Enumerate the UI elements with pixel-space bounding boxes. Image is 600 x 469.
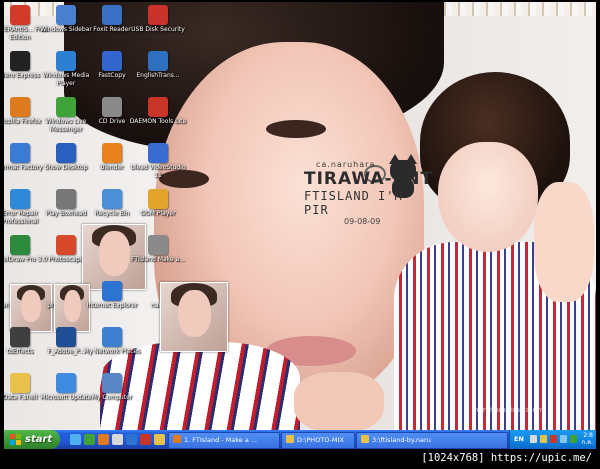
quicklaunch-folder-icon[interactable] (154, 434, 165, 445)
folder-task-icon (286, 435, 294, 443)
network-places-icon (102, 327, 122, 347)
desktop-icon-videostudio[interactable]: Ulead VideoStudio 11 (128, 143, 188, 179)
language-indicator[interactable]: EN (514, 435, 524, 443)
tray-network-icon[interactable] (570, 435, 577, 443)
superantispyware-icon (10, 5, 30, 25)
quicklaunch-explorer-icon[interactable] (126, 434, 137, 445)
quicklaunch-media-icon[interactable] (112, 434, 123, 445)
watermark-text: naruhara.tirawa-ent (474, 406, 545, 414)
desktop-icon-label: FTIsland Make a... (131, 256, 185, 263)
windows-flag-icon (10, 434, 21, 445)
usb-security-icon (148, 5, 168, 25)
logo-small-text: ca.naruhara (316, 160, 376, 169)
logo-main-text: TIRAWA-ENT (304, 169, 434, 189)
sidebar-icon (56, 5, 76, 25)
quicklaunch-firefox-icon[interactable] (98, 434, 109, 445)
cd-drive-icon (102, 97, 122, 117)
videostudio-icon (148, 143, 168, 163)
ms-update-icon (56, 373, 76, 393)
taskbar: start 1. FTIsland - Make a ... D:\PHOTO-… (4, 430, 596, 449)
image-caption: [1024x768] https://upic.me/ (0, 449, 600, 469)
logo-sub-text: FTISLAND I'M PIR (304, 189, 403, 217)
desktop-icon-label: GOM Player (140, 210, 176, 217)
quicklaunch-desktop-icon[interactable] (84, 434, 95, 445)
photoscape-icon (56, 235, 76, 255)
start-label: start (25, 434, 53, 445)
folder-task-icon-2 (361, 435, 369, 443)
recycle-bin-icon (102, 189, 122, 209)
error-repair-icon (10, 189, 30, 209)
clock-day: ก.ค. (581, 439, 593, 446)
desktop-icon-naru-thumb[interactable]: naru (128, 281, 228, 352)
coreldraw-icon (10, 235, 30, 255)
desktop-icon-translator[interactable]: EnglishTrans... (128, 51, 188, 80)
clock[interactable]: 2:8 ก.ค. (582, 432, 593, 446)
task-label: 3:\ftisland-by.naru (372, 436, 431, 444)
desktop-icon-ftisland-make[interactable]: FTIsland Make a... (128, 235, 188, 264)
foxit-icon (102, 5, 122, 25)
tray-shield-icon[interactable] (540, 435, 547, 443)
caption-text: [1024x768] https://upic.me/ (421, 452, 592, 464)
desktop-icon-label: DAEMON Tools Lite (129, 118, 187, 125)
boxhead-icon (56, 189, 76, 209)
wallpaper-logo: ca.naruhara TIRAWA-ENT FTISLAND I'M PIR … (304, 160, 434, 226)
media-player-icon (56, 51, 76, 71)
desktop-icon-gom-player[interactable]: GOM Player (128, 189, 188, 218)
show-desktop-icon (56, 143, 76, 163)
translator-icon (148, 51, 168, 71)
tray-volume-icon[interactable] (560, 435, 567, 443)
quicklaunch-tool-icon[interactable] (140, 434, 151, 445)
fastcopy-icon (102, 51, 122, 71)
desktop-icon-usb-security[interactable]: USB Disk Security (128, 5, 188, 34)
desktop-icon-label: My Network Places (83, 348, 141, 355)
task-label: 1. FTIsland - Make a ... (184, 436, 258, 444)
screen: ca.naruhara TIRAWA-ENT FTISLAND I'M PIR … (0, 0, 600, 469)
logo-date-text: 09-08-09 (344, 217, 381, 226)
desktop-icon-my-computer[interactable]: My Computer (82, 373, 142, 402)
wallpaper-eye-right (266, 120, 326, 138)
quicklaunch-ie-icon[interactable] (70, 434, 81, 445)
task-button-firefox[interactable]: 1. FTIsland - Make a ... (168, 432, 280, 449)
internet-explorer-icon (102, 281, 122, 301)
adobe-photoshop-icon (56, 327, 76, 347)
desktop-icon-label: USB Disk Security (131, 26, 185, 33)
wallpaper-person-2 (394, 72, 596, 430)
task-label: D:\PHOTO-MIX (297, 436, 344, 444)
messenger-icon (56, 97, 76, 117)
desktop-icon-network-places[interactable]: My Network Places (82, 327, 142, 356)
gom-player-icon (148, 189, 168, 209)
nero-icon (10, 51, 30, 71)
clock-time: 2:8 (583, 432, 593, 439)
task-button-ftisland-folder[interactable]: 3:\ftisland-by.naru (356, 432, 508, 449)
firefox-task-icon (173, 435, 181, 443)
tray-security-icon[interactable] (550, 435, 557, 443)
task-button-photo-mix[interactable]: D:\PHOTO-MIX (281, 432, 355, 449)
desktop-icon-label: My Computer (91, 394, 133, 401)
firefox-icon (10, 97, 30, 117)
tdeffects-icon (10, 327, 30, 347)
desktop-icon-label: EnglishTrans... (136, 72, 180, 79)
desktop-icon-label: Ulead VideoStudio 11 (130, 164, 186, 179)
tray-arrow-icon[interactable] (530, 435, 537, 443)
ftisland-make-icon (148, 235, 168, 255)
my-computer-icon (102, 373, 122, 393)
daemon-tools-icon (148, 97, 168, 117)
system-tray: EN 2:8 ก.ค. (509, 430, 596, 449)
desktop-icon-daemon-tools[interactable]: DAEMON Tools Lite (128, 97, 188, 126)
wallpaper-hand (294, 372, 384, 430)
format-factory-icon (10, 143, 30, 163)
naru-thumb-icon (160, 282, 228, 352)
folder-icon (10, 373, 30, 393)
start-button[interactable]: start (4, 430, 60, 449)
desktop[interactable]: ca.naruhara TIRAWA-ENT FTISLAND I'M PIR … (4, 2, 596, 430)
blender-icon (102, 143, 122, 163)
